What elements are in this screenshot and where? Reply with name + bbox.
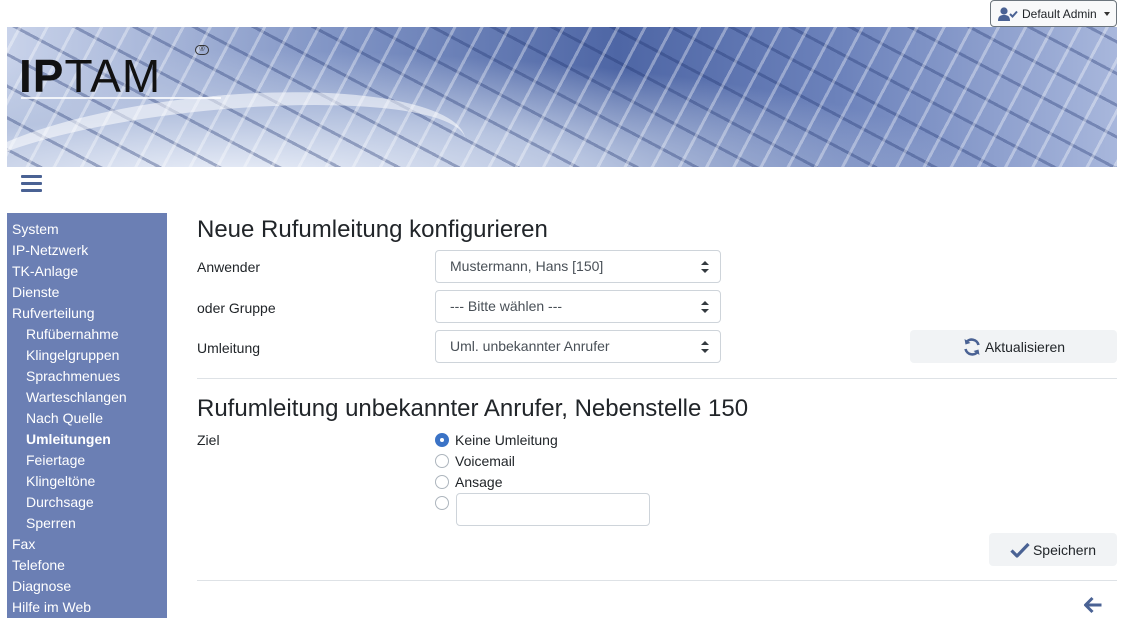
logo-text-rest: TAM — [64, 50, 162, 102]
save-label: Speichern — [1032, 541, 1097, 558]
sidebar-item-sperren[interactable]: Sperren — [7, 514, 167, 535]
redirect-select-value: Uml. unbekannter Anrufer — [450, 338, 610, 354]
iptam-logo: IPTAM ® — [19, 41, 221, 102]
redirect-label: Umleitung — [197, 340, 261, 356]
radio-custom-number[interactable] — [435, 493, 455, 513]
target-label: Ziel — [197, 432, 220, 448]
select-arrows-icon — [701, 341, 709, 353]
logo-text-bold: IP — [19, 50, 65, 102]
sidebar-item-umleitungen[interactable]: Umleitungen — [7, 430, 167, 451]
select-arrows-icon — [701, 301, 709, 313]
refresh-label: Aktualisieren — [984, 338, 1066, 355]
custom-target-input[interactable] — [456, 493, 650, 526]
header-banner: IPTAM ® — [7, 27, 1117, 167]
sidebar-item-tk-anlage[interactable]: TK-Anlage — [7, 262, 167, 283]
user-label: Anwender — [197, 259, 261, 275]
sidebar-item-diagnose[interactable]: Diagnose — [7, 577, 167, 598]
registered-mark: ® — [195, 45, 209, 55]
radio-keine-umleitung[interactable]: Keine Umleitung — [435, 430, 558, 450]
user-menu-label: Default Admin — [1022, 6, 1097, 21]
sidebar-item-hilfe-im-web[interactable]: Hilfe im Web — [7, 598, 167, 619]
user-select-value: Mustermann, Hans [150] — [450, 258, 604, 274]
radio-voicemail[interactable]: Voicemail — [435, 451, 515, 471]
sidebar-item-ip-netzwerk[interactable]: IP-Netzwerk — [7, 241, 167, 262]
user-menu-button[interactable]: Default Admin — [990, 0, 1117, 27]
menu-toggle-icon[interactable] — [21, 175, 42, 193]
sidebar-item-dienste[interactable]: Dienste — [7, 283, 167, 304]
sidebar-item-sprachmenues[interactable]: Sprachmenues — [7, 367, 167, 388]
radio-button[interactable] — [435, 496, 449, 510]
radio-label: Voicemail — [455, 453, 515, 469]
radio-label: Keine Umleitung — [455, 432, 558, 448]
sidebar-item-feiertage[interactable]: Feiertage — [7, 451, 167, 472]
group-select-value: --- Bitte wählen --- — [450, 298, 563, 314]
sidebar-item-klingelgruppen[interactable]: Klingelgruppen — [7, 346, 167, 367]
refresh-icon — [964, 337, 980, 356]
config-title: Neue Rufumleitung konfigurieren — [197, 216, 548, 243]
sidebar-item-rufverteilung[interactable]: Rufverteilung — [7, 304, 167, 325]
group-select[interactable]: --- Bitte wählen --- — [435, 290, 721, 323]
redirect-title: Rufumleitung unbekannter Anrufer, Nebens… — [197, 395, 749, 422]
radio-button[interactable] — [435, 475, 449, 489]
select-arrows-icon — [701, 261, 709, 273]
group-label: oder Gruppe — [197, 300, 276, 316]
radio-ansage[interactable]: Ansage — [435, 472, 502, 492]
sidebar-nav: System IP-Netzwerk TK-Anlage Dienste Rufvert… — [7, 213, 167, 618]
radio-button[interactable] — [435, 454, 449, 468]
user-select[interactable]: Mustermann, Hans [150] — [435, 250, 721, 283]
sidebar-item-telefone[interactable]: Telefone — [7, 556, 167, 577]
section-divider — [197, 378, 1117, 379]
sidebar-item-fax[interactable]: Fax — [7, 535, 167, 556]
check-icon — [1010, 542, 1030, 558]
sidebar-item-klingeltöne[interactable]: Klingeltöne — [7, 472, 167, 493]
save-button[interactable]: Speichern — [989, 533, 1117, 566]
radio-button[interactable] — [435, 433, 449, 447]
bottom-divider — [197, 580, 1117, 581]
redirect-select[interactable]: Uml. unbekannter Anrufer — [435, 330, 721, 363]
sidebar-item-nach-quelle[interactable]: Nach Quelle — [7, 409, 167, 430]
caret-down-icon — [1104, 11, 1110, 16]
sidebar-item-warteschlangen[interactable]: Warteschlangen — [7, 388, 167, 409]
sidebar-item-system[interactable]: System — [7, 220, 167, 241]
user-check-icon — [998, 6, 1018, 21]
radio-label: Ansage — [455, 474, 503, 490]
refresh-button[interactable]: Aktualisieren — [910, 330, 1117, 363]
sidebar-item-rufübernahme[interactable]: Rufübernahme — [7, 325, 167, 346]
arrow-left-icon[interactable] — [1083, 596, 1103, 614]
sidebar-item-durchsage[interactable]: Durchsage — [7, 493, 167, 514]
